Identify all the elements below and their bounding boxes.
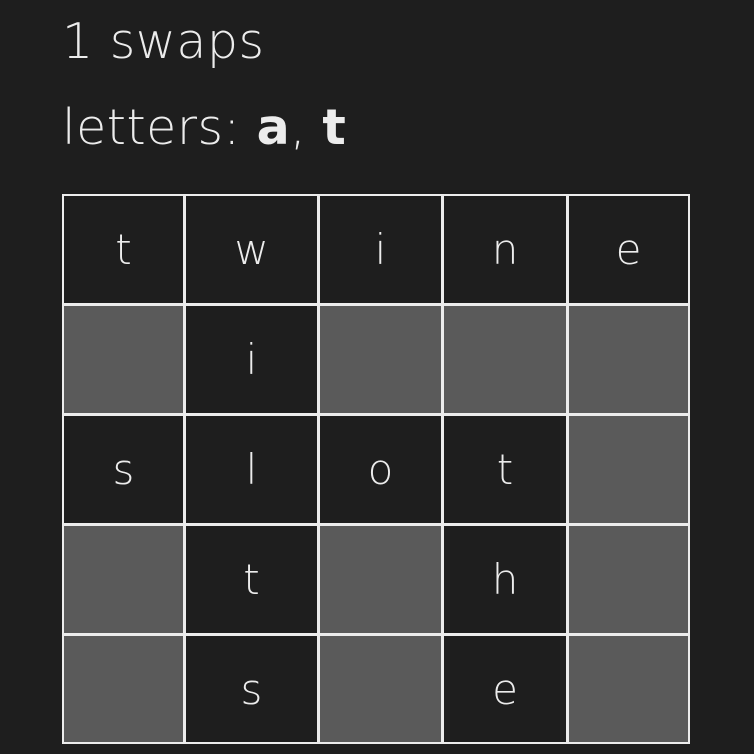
swapped-letter-1: a <box>256 99 291 156</box>
grid-cell-r4-c2[interactable]: t <box>186 526 317 633</box>
cell-letter: i <box>374 225 387 274</box>
grid-cell-r5-c4[interactable]: e <box>444 636 566 742</box>
swaps-counter: 1 swaps <box>62 13 265 70</box>
grid-cell-r5-c1[interactable] <box>64 636 183 742</box>
grid-cell-r5-c2[interactable]: s <box>186 636 317 742</box>
grid-cell-r5-c3[interactable] <box>320 636 441 742</box>
cell-letter: i <box>245 335 258 384</box>
grid-cell-r1-c5[interactable]: e <box>569 196 688 303</box>
grid-cell-r2-c2[interactable]: i <box>186 306 317 413</box>
cell-letter: n <box>491 225 519 274</box>
cell-letter: t <box>243 555 260 604</box>
grid-cell-r4-c5[interactable] <box>569 526 688 633</box>
grid-cell-r3-c5[interactable] <box>569 416 688 523</box>
word-grid: t w i n e i s l o t t h s e <box>62 194 690 744</box>
grid-cell-r4-c4[interactable]: h <box>444 526 566 633</box>
grid-cell-r2-c3[interactable] <box>320 306 441 413</box>
cell-letter: o <box>367 445 394 494</box>
grid-cell-r3-c2[interactable]: l <box>186 416 317 523</box>
cell-letter: t <box>496 445 514 494</box>
swapped-letters: letters: a, t <box>62 96 346 160</box>
grid-cell-r3-c3[interactable]: o <box>320 416 441 523</box>
grid-cell-r1-c1[interactable]: t <box>64 196 183 303</box>
grid-cell-r1-c2[interactable]: w <box>186 196 317 303</box>
swapped-letter-2: t <box>322 99 347 156</box>
grid-cell-r5-c5[interactable] <box>569 636 688 742</box>
cell-letter: l <box>245 445 258 494</box>
letters-separator: , <box>290 99 323 156</box>
grid-cell-r4-c1[interactable] <box>64 526 183 633</box>
grid-cell-r1-c3[interactable]: i <box>320 196 441 303</box>
cell-letter: t <box>115 225 132 274</box>
grid-cell-r2-c1[interactable] <box>64 306 183 413</box>
letters-label: letters: <box>62 99 257 156</box>
cell-letter: e <box>615 225 642 274</box>
grid-cell-r1-c4[interactable]: n <box>444 196 566 303</box>
cell-letter: s <box>112 445 135 494</box>
cell-letter: w <box>234 225 269 274</box>
grid-cell-r3-c1[interactable]: s <box>64 416 183 523</box>
grid-cell-r2-c5[interactable] <box>569 306 688 413</box>
cell-letter: h <box>491 555 519 604</box>
grid-cell-r4-c3[interactable] <box>320 526 441 633</box>
cell-letter: s <box>240 664 263 714</box>
game-screen: 1 swaps letters: a, t t w i n e i s l o t t h s e <box>0 0 754 754</box>
grid-cell-r2-c4[interactable] <box>444 306 566 413</box>
cell-letter: e <box>492 664 518 714</box>
grid-cell-r3-c4[interactable]: t <box>444 416 566 523</box>
